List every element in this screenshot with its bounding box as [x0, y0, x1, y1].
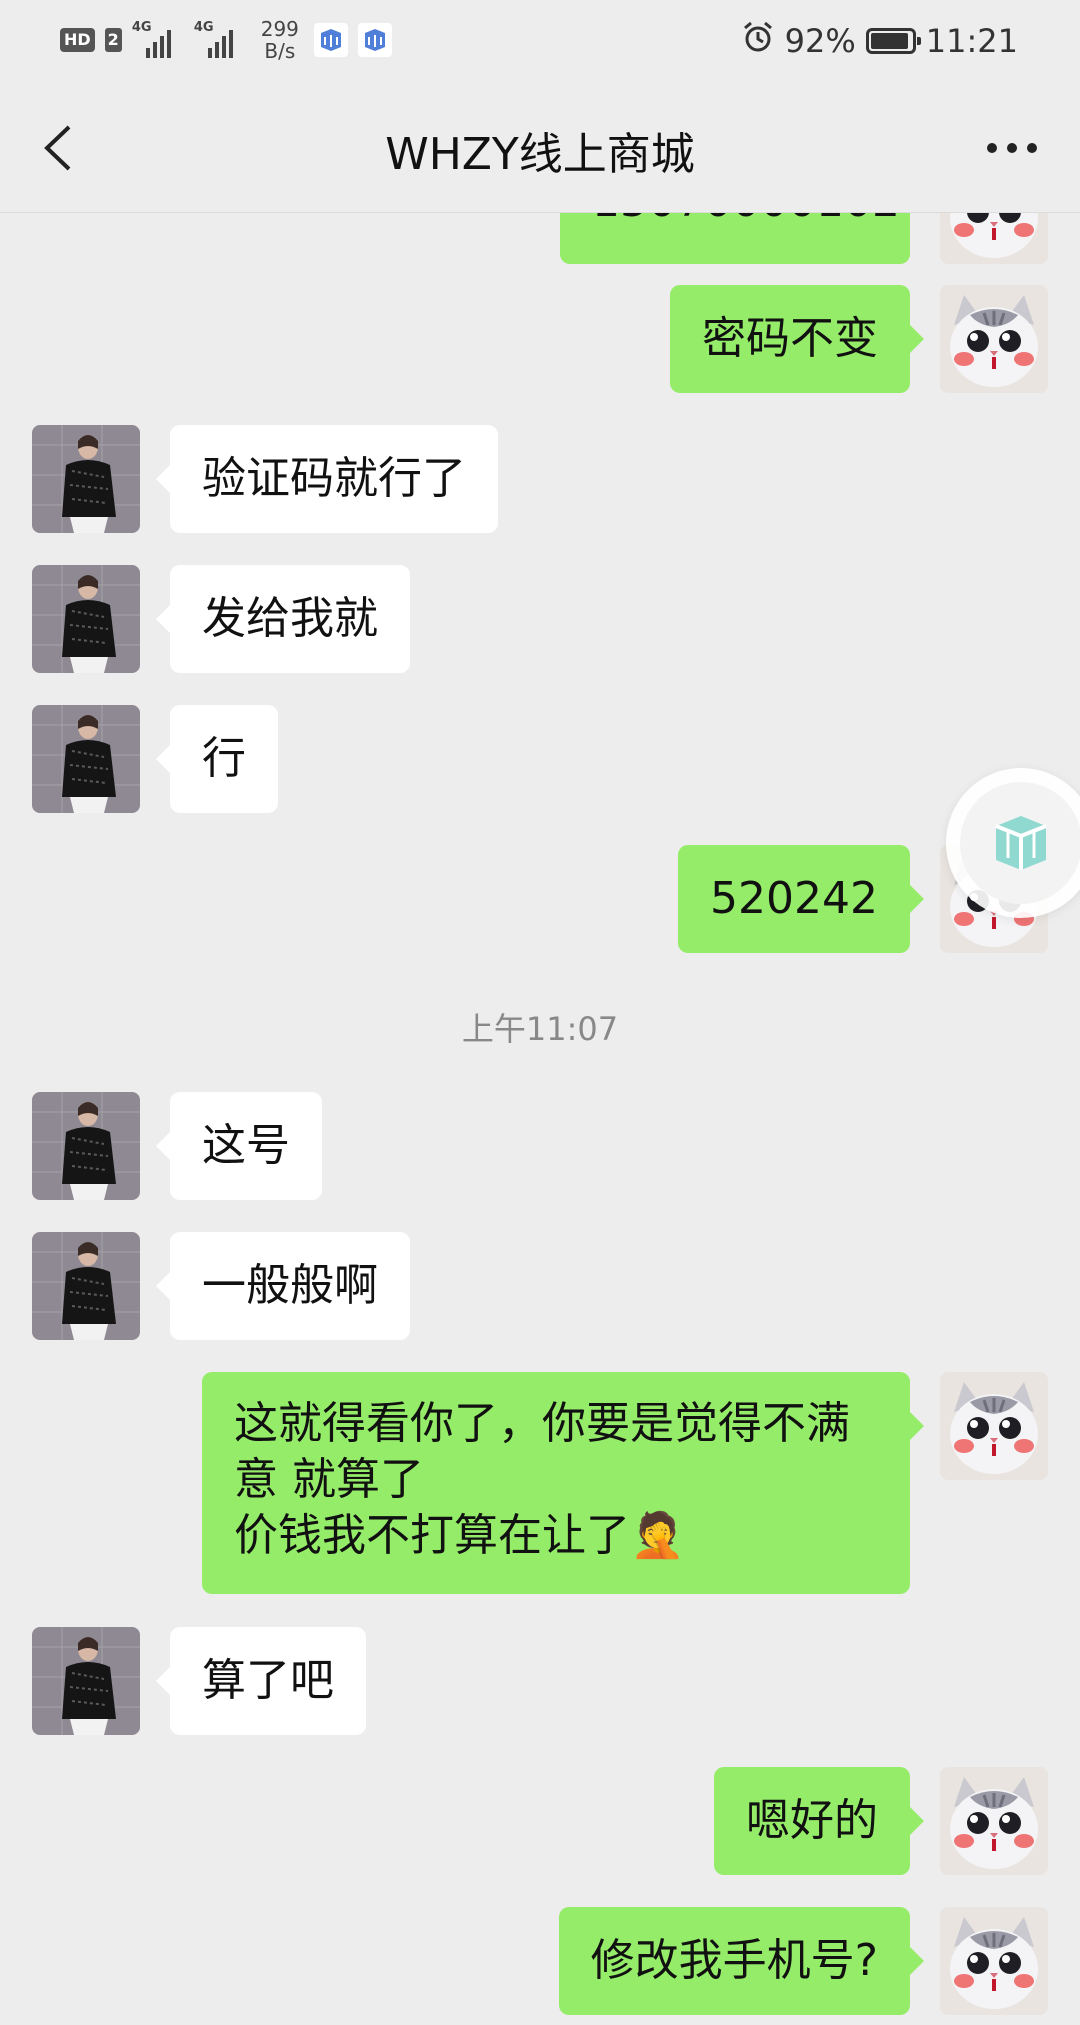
message-bubble-outgoing[interactable]: 15070000102: [560, 212, 910, 264]
message-bubble-incoming[interactable]: 这号: [156, 1092, 322, 1200]
alarm-icon: [741, 20, 775, 62]
message-bubble-outgoing[interactable]: 520242: [678, 845, 924, 953]
app-notification-icon: [357, 23, 392, 57]
hd-badge: HD: [60, 28, 95, 52]
clock-time: 11:21: [925, 22, 1018, 60]
battery-percent: 92%: [784, 22, 856, 60]
status-right: 92% 11:21: [741, 20, 1018, 62]
message-row-outgoing: 修改我手机号?: [0, 1907, 1080, 2015]
message-row-incoming: 发给我就: [0, 565, 1080, 673]
message-row-outgoing: 嗯好的: [0, 1767, 1080, 1875]
avatar-cat[interactable]: [940, 285, 1048, 393]
avatar-person[interactable]: [32, 1092, 140, 1200]
network-speed-value: 299: [260, 17, 299, 41]
message-list[interactable]: 15070000102 密码不变 验证码就行了: [0, 212, 1080, 2025]
avatar-person[interactable]: [32, 425, 140, 533]
sim-badge: 2: [104, 28, 122, 52]
message-bubble-outgoing[interactable]: 嗯好的: [714, 1767, 924, 1875]
cube-icon: [995, 816, 1047, 870]
message-row-outgoing: 15070000102: [0, 212, 1080, 264]
avatar-person[interactable]: [32, 1627, 140, 1735]
avatar-cat[interactable]: [940, 212, 1048, 264]
message-row-incoming: 一般般啊: [0, 1232, 1080, 1340]
avatar-person[interactable]: [32, 565, 140, 673]
message-bubble-incoming[interactable]: 验证码就行了: [156, 425, 498, 533]
message-row-incoming: 行: [0, 705, 1080, 813]
status-bar: HD 2 4G 4G 299 B/s 92% 11:21: [0, 0, 1080, 84]
battery-icon: [865, 28, 921, 54]
message-row-incoming: 验证码就行了: [0, 425, 1080, 533]
message-bubble-outgoing[interactable]: 修改我手机号?: [558, 1907, 925, 2015]
message-row-incoming: 算了吧: [0, 1627, 1080, 1735]
message-bubble-incoming[interactable]: 发给我就: [156, 565, 410, 673]
app-notification-icon: [313, 23, 348, 57]
message-row-outgoing: 这就得看你了，你要是觉得不满 意 就算了 价钱我不打算在让了🤦: [0, 1372, 1080, 1594]
message-bubble-outgoing[interactable]: 密码不变: [670, 285, 924, 393]
avatar-cat[interactable]: [940, 1767, 1048, 1875]
more-dots-icon: [987, 143, 1037, 153]
network-speed-unit: B/s: [264, 39, 296, 63]
avatar-person[interactable]: [32, 1232, 140, 1340]
message-bubble-incoming[interactable]: 行: [156, 705, 278, 813]
message-row-outgoing: 密码不变: [0, 285, 1080, 393]
network-speed: 299 B/s: [256, 18, 304, 62]
avatar-person[interactable]: [32, 705, 140, 813]
message-row-incoming: 这号: [0, 1092, 1080, 1200]
message-bubble-incoming[interactable]: 算了吧: [156, 1627, 366, 1735]
status-left: HD 2 4G 4G 299 B/s: [60, 18, 392, 62]
avatar-cat[interactable]: [940, 1372, 1048, 1480]
more-options-button[interactable]: [980, 124, 1044, 172]
chat-title: WHZY线上商城: [385, 129, 695, 180]
chat-header: WHZY线上商城: [0, 84, 1080, 213]
message-timestamp: 上午11:07: [461, 1010, 619, 1048]
message-bubble-outgoing[interactable]: 这就得看你了，你要是觉得不满 意 就算了 价钱我不打算在让了🤦: [202, 1372, 924, 1594]
signal-icon: 4G: [194, 20, 246, 60]
signal-icon: 4G: [132, 20, 184, 60]
avatar-cat[interactable]: [940, 1907, 1048, 2015]
message-bubble-incoming[interactable]: 一般般啊: [156, 1232, 410, 1340]
message-row-outgoing: 520242: [0, 845, 1080, 953]
